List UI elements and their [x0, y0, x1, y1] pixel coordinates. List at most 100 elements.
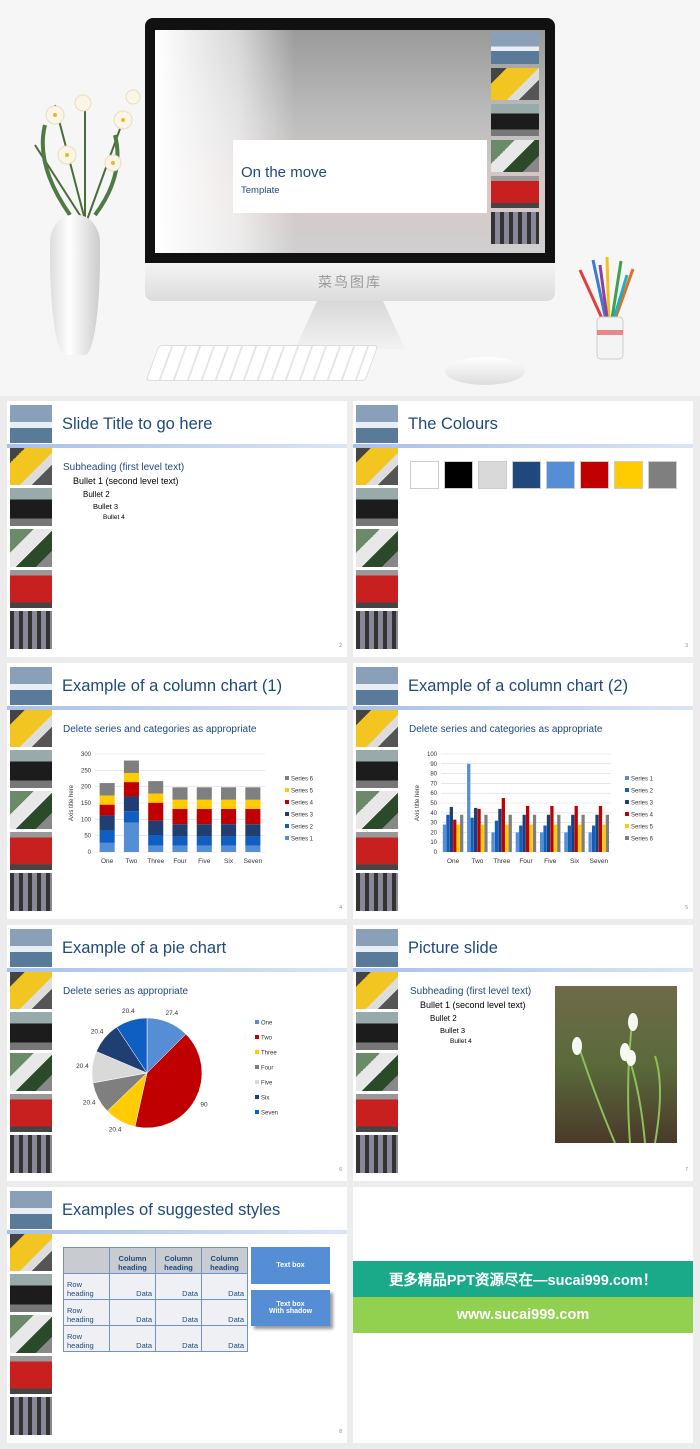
bar-segment: [221, 845, 237, 852]
snowdrop-photo: [555, 986, 677, 1143]
table-cell: Data: [109, 1325, 156, 1352]
y-tick-label: 0: [88, 850, 92, 856]
people-thumbnail: [10, 873, 52, 911]
bar-segment: [99, 842, 115, 852]
promo-slide: 更多精品PPT资源尽在—sucai999.com！ www.sucai999.c…: [353, 1187, 693, 1443]
bar: [564, 832, 568, 852]
bar: [484, 814, 488, 852]
bar-segment: [196, 845, 212, 852]
bullet-2: Bullet 2: [430, 1014, 457, 1023]
x-tick-label: Two: [125, 858, 137, 865]
slide-title: Slide Title to go here: [62, 415, 213, 433]
y-tick-label: 20: [430, 830, 437, 836]
bus-thumbnail: [356, 570, 398, 608]
page-number: 4: [339, 905, 342, 911]
bar: [567, 825, 571, 852]
legend-label: Series 2: [291, 825, 314, 831]
people-thumbnail: [356, 611, 398, 649]
row-heading: Row heading: [63, 1273, 110, 1300]
y-tick-label: 100: [81, 817, 92, 823]
bar: [574, 805, 578, 852]
bar: [480, 824, 485, 852]
colour-swatch: [580, 461, 609, 489]
slide-3[interactable]: The Colours 3: [353, 401, 693, 657]
tram-thumbnail: [356, 447, 398, 485]
x-tick-label: Two: [471, 858, 483, 865]
bar-segment: [245, 808, 261, 825]
monitor-stand: [295, 301, 405, 349]
colour-swatch: [478, 461, 507, 489]
promo-url[interactable]: www.sucai999.com: [353, 1297, 693, 1333]
bar-segment: [123, 760, 139, 773]
screen-subtitle: Template: [241, 185, 280, 196]
slide-4[interactable]: Example of a column chart (1) Delete ser…: [7, 663, 347, 919]
legend-label: Four: [261, 1066, 273, 1072]
people-thumbnail: [356, 1135, 398, 1173]
bus-thumbnail: [10, 832, 52, 870]
table-header: Column heading: [109, 1247, 156, 1274]
bar: [595, 814, 599, 852]
bar: [529, 824, 533, 852]
bar: [602, 824, 606, 852]
slide-title: Example of a pie chart: [62, 939, 227, 957]
x-tick-label: Five: [198, 858, 211, 865]
clustered-column-chart: 0 10 20 30 40 50 60 70 80 90 100 Axis title here One…: [415, 752, 654, 865]
y-tick-label: 90: [430, 762, 437, 768]
bar-segment: [148, 793, 164, 803]
bar-segment: [172, 845, 188, 852]
slide-5[interactable]: Example of a column chart (2) Delete ser…: [353, 663, 693, 919]
bar: [453, 819, 457, 852]
legend-label: One: [261, 1021, 273, 1027]
bar: [460, 814, 464, 852]
bullet-4: Bullet 4: [103, 514, 125, 521]
monitor-watermark: 菜鸟图库: [145, 263, 555, 301]
bar-segment: [99, 830, 115, 843]
y-tick-label: 0: [434, 850, 438, 856]
bar-segment: [221, 799, 237, 809]
bar: [546, 814, 551, 852]
slide-7[interactable]: Picture slide Subheading (first level te…: [353, 925, 693, 1181]
x-tick-label: Five: [544, 858, 557, 865]
bar-segment: [99, 804, 115, 816]
bar-segment: [221, 808, 237, 825]
bar-segment: [172, 824, 188, 837]
bar-segment: [172, 836, 188, 846]
colour-swatch: [512, 461, 541, 489]
legend-label: Series 6: [291, 777, 314, 783]
bullet-2: Bullet 2: [83, 490, 110, 499]
motorcycle-thumbnail: [356, 791, 398, 829]
bar-segment: [196, 799, 212, 809]
taxi-thumbnail: [356, 488, 398, 526]
bar: [550, 805, 554, 852]
bar: [501, 798, 505, 852]
bar-segment: [99, 815, 115, 831]
slide-8[interactable]: Examples of suggested styles Column head…: [7, 1187, 347, 1443]
promo-banner[interactable]: 更多精品PPT资源尽在—sucai999.com！: [353, 1261, 693, 1297]
legend-label: Series 1: [631, 777, 654, 783]
slide-6[interactable]: Example of a pie chart Delete series as …: [7, 925, 347, 1181]
table-cell: Data: [201, 1299, 248, 1326]
bar: [532, 814, 537, 852]
legend-swatch: [255, 1080, 259, 1084]
bar: [588, 832, 592, 852]
bar: [539, 832, 544, 852]
legend-label: Series 4: [631, 813, 654, 819]
slide-2[interactable]: Slide Title to go here Subheading (first…: [7, 401, 347, 657]
tram-thumbnail: [10, 971, 52, 1009]
bar-segment: [148, 781, 164, 794]
bar: [449, 806, 453, 852]
legend-label: Three: [261, 1051, 277, 1057]
bar: [598, 805, 603, 852]
slide-title: Examples of suggested styles: [62, 1201, 281, 1219]
table-row: Row heading Data Data Data: [63, 1325, 248, 1352]
y-tick-label: 30: [430, 821, 437, 827]
legend-label: Six: [261, 1096, 269, 1102]
boat-thumbnail: [10, 929, 52, 967]
bar: [515, 832, 519, 852]
legend-swatch: [285, 788, 289, 792]
motorcycle-thumbnail: [10, 1053, 52, 1091]
slide-title: Example of a column chart (1): [62, 677, 283, 695]
boat-thumbnail: [356, 667, 398, 705]
bar: [526, 805, 530, 852]
legend-swatch: [625, 824, 629, 828]
